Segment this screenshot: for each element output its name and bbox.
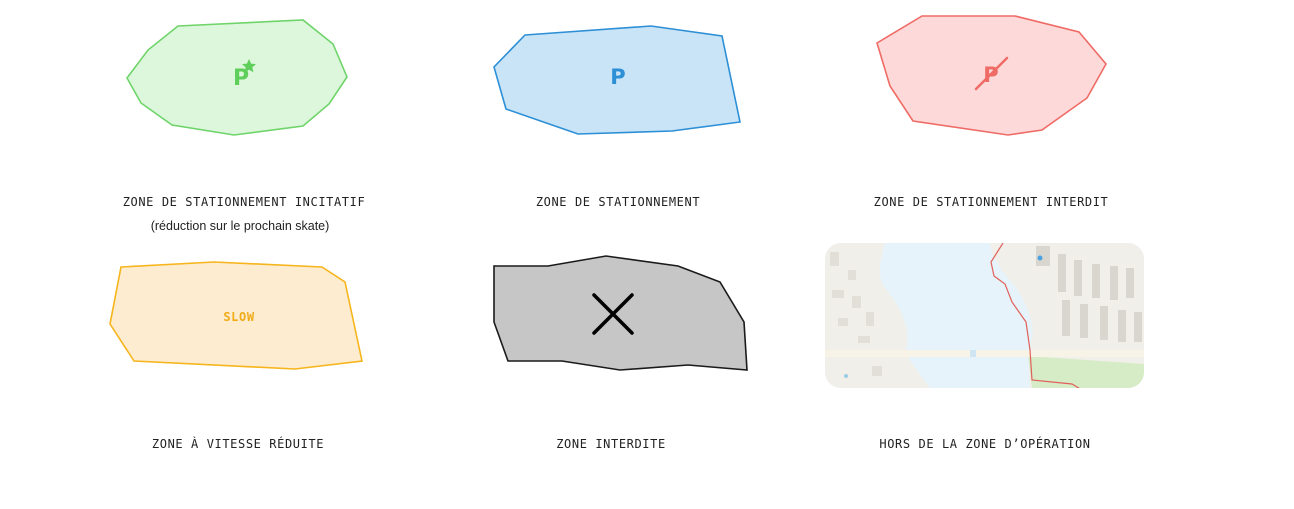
slow-label: SLOW	[223, 310, 254, 324]
interdite-zone	[493, 255, 748, 371]
incitatif-zone: P	[126, 19, 348, 136]
stationnement-zone: P	[493, 25, 741, 135]
parking-icon: P	[610, 65, 625, 89]
map-thumbnail	[825, 243, 1144, 388]
interdite-polygon	[493, 255, 748, 371]
vitesse-label: ZONE À VITESSE RÉDUITE	[151, 437, 325, 451]
map-poi-marker	[1037, 255, 1043, 261]
interdit-label: ZONE DE STATIONNEMENT INTERDIT	[873, 195, 1109, 209]
map-bridge	[825, 350, 1144, 357]
interdite-label: ZONE INTERDITE	[556, 437, 666, 451]
stationnement-label: ZONE DE STATIONNEMENT	[535, 195, 701, 209]
incitatif-sublabel: (réduction sur le prochain skate)	[150, 219, 330, 233]
zones-legend-diagram: P P P SLOW	[109, 15, 1144, 388]
hors-zone-label: HORS DE LA ZONE D’OPÉRATION	[879, 437, 1091, 451]
vitesse-zone: SLOW	[109, 261, 363, 370]
incitatif-label: ZONE DE STATIONNEMENT INCITATIF	[122, 195, 366, 209]
interdit-zone: P	[876, 15, 1107, 136]
